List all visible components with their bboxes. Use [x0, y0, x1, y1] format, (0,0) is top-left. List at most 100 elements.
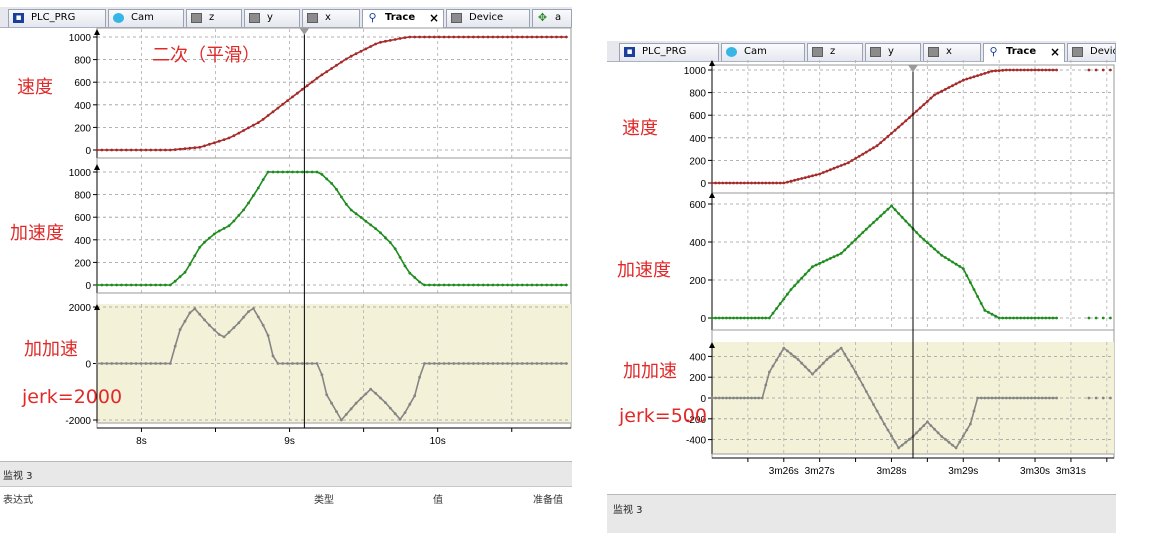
data-point	[735, 181, 739, 185]
data-point	[800, 276, 804, 280]
jerk-value-annotation: jerk=2000	[22, 386, 123, 408]
data-point	[183, 147, 187, 151]
data-point	[320, 173, 324, 176]
data-point	[793, 355, 796, 359]
data-point	[847, 358, 850, 362]
data-point	[739, 181, 743, 185]
data-point	[237, 321, 241, 325]
data-point	[843, 352, 847, 356]
data-point	[129, 148, 133, 152]
data-point	[961, 434, 965, 438]
data-point	[983, 396, 987, 400]
data-point	[369, 45, 373, 48]
col-expression[interactable]: 表达式	[3, 491, 33, 506]
data-point	[300, 362, 304, 365]
data-point	[393, 38, 397, 41]
y-tick-label: 0	[85, 281, 91, 292]
data-point	[1055, 68, 1058, 72]
data-point	[947, 86, 951, 89]
data-point	[829, 168, 832, 172]
y-tick-label: 400	[74, 236, 91, 247]
data-point	[1044, 316, 1048, 320]
data-point	[782, 297, 786, 301]
data-point	[1030, 316, 1033, 320]
data-point	[814, 173, 818, 177]
data-point	[388, 39, 392, 42]
data-point	[943, 437, 947, 441]
data-point	[344, 202, 348, 206]
data-point	[467, 35, 470, 39]
data-point	[413, 394, 417, 398]
data-point	[447, 283, 451, 287]
data-point	[1019, 396, 1023, 400]
data-point	[247, 201, 250, 205]
data-point	[951, 260, 954, 264]
y-tick-label: 800	[689, 89, 706, 100]
col-type[interactable]: 类型	[314, 491, 334, 506]
data-point	[159, 362, 162, 365]
data-point	[315, 76, 319, 80]
data-point	[555, 362, 558, 365]
data-point	[940, 435, 944, 438]
data-point	[139, 362, 143, 365]
data-point	[198, 245, 202, 249]
col-value[interactable]: 值	[433, 491, 443, 506]
data-point	[760, 396, 764, 400]
data-point	[969, 281, 972, 284]
data-point	[374, 391, 377, 395]
data-point	[825, 169, 829, 173]
data-point	[818, 365, 822, 369]
data-point	[994, 314, 997, 318]
data-point	[447, 362, 451, 365]
data-point	[120, 283, 123, 287]
data-point	[897, 446, 900, 450]
data-point	[997, 69, 1001, 72]
data-point	[154, 148, 158, 152]
data-point	[861, 383, 865, 387]
data-point	[1012, 396, 1015, 400]
data-point	[452, 283, 456, 287]
x-tick-label: 3m30s	[1020, 466, 1050, 477]
data-point	[987, 396, 990, 400]
x-tick-label: 10s	[430, 436, 446, 447]
data-point	[900, 122, 904, 126]
data-point	[95, 283, 99, 287]
x-tick-label: 8s	[136, 436, 147, 447]
data-point	[832, 166, 836, 170]
data-point	[164, 362, 167, 365]
data-point	[467, 362, 470, 365]
data-point	[857, 234, 861, 238]
data-point	[725, 181, 728, 185]
data-point	[864, 227, 868, 231]
data-point	[750, 316, 753, 320]
data-point	[786, 292, 789, 296]
y-tick-label: 0	[700, 314, 706, 325]
data-point	[305, 84, 309, 88]
data-point	[300, 170, 304, 174]
data-point	[335, 410, 338, 413]
data-point	[408, 271, 412, 275]
data-point	[320, 373, 324, 377]
data-point	[933, 247, 936, 251]
data-point	[864, 150, 868, 154]
y-tick-label: 0	[700, 179, 706, 190]
data-point	[800, 177, 804, 180]
data-point	[472, 362, 475, 365]
data-point	[893, 440, 897, 444]
jerk-annotation: 加加速	[24, 339, 78, 360]
data-point	[778, 302, 782, 306]
data-point	[208, 323, 211, 327]
data-point	[296, 170, 299, 174]
data-point	[875, 409, 879, 413]
data-point	[212, 328, 216, 332]
data-point	[958, 265, 962, 268]
data-point	[739, 316, 743, 320]
col-prepared[interactable]: 准备值	[533, 491, 563, 506]
data-point	[847, 245, 850, 248]
data-point	[972, 409, 976, 413]
data-point	[1030, 68, 1033, 72]
data-point	[540, 283, 544, 287]
data-point	[879, 214, 883, 218]
data-point	[753, 396, 757, 400]
data-point	[987, 310, 990, 314]
